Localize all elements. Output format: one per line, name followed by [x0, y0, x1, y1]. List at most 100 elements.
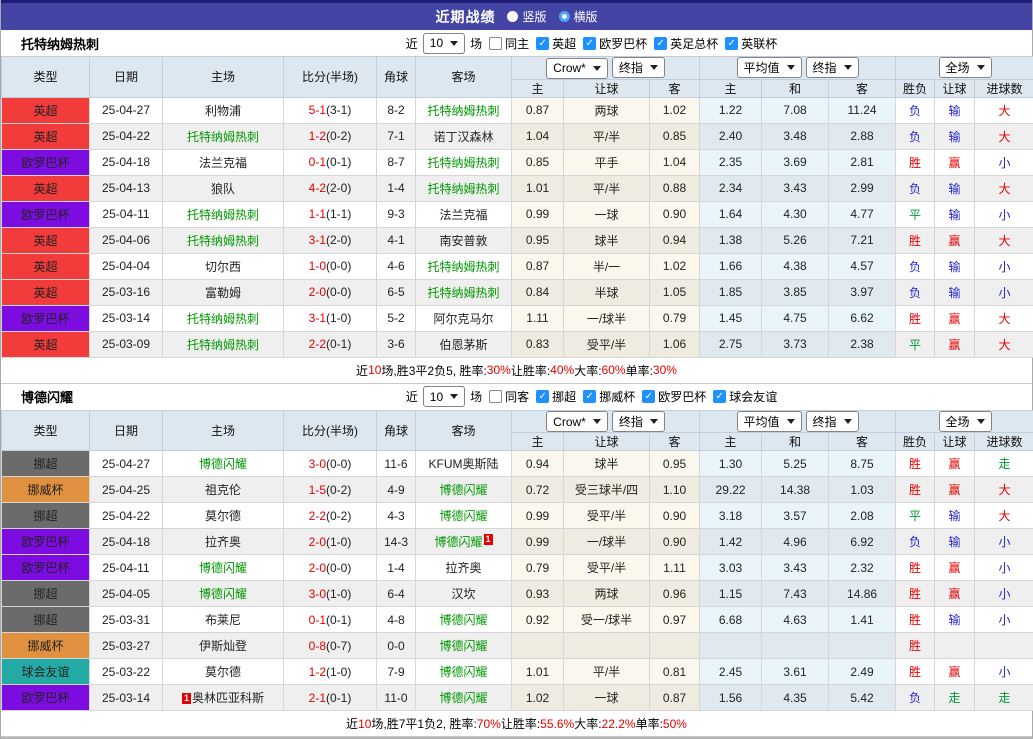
red-card-badge: 1	[182, 693, 191, 704]
average-odds-select[interactable]: 平均值	[737, 411, 802, 432]
league-badge: 挪超	[2, 607, 90, 633]
full-match-select[interactable]: 全场	[939, 411, 992, 432]
league-checkbox-1[interactable]: ✓	[536, 390, 549, 403]
home-team: 拉齐奥	[163, 529, 284, 555]
average-odds-select-value: 平均值	[744, 59, 780, 76]
final-odds-select-2-value: 终指	[813, 413, 837, 430]
final-odds-select-2[interactable]: 终指	[806, 57, 859, 78]
chevron-down-icon	[844, 65, 852, 70]
sub-col-header: 让球	[935, 79, 975, 97]
score: 5-1(3-1)	[284, 97, 377, 123]
league-checkbox-3[interactable]: ✓	[654, 37, 667, 50]
home-team: 博德闪耀	[163, 555, 284, 581]
col-header: 主场	[163, 410, 284, 451]
col-header: 日期	[90, 410, 163, 451]
corner-score: 0-0	[377, 633, 416, 659]
odds-source-select[interactable]: Crow*	[546, 58, 608, 79]
halftime-score: (2-0)	[326, 181, 351, 195]
away-team: 博德闪耀	[416, 477, 512, 503]
avg-away: 14.86	[829, 581, 896, 607]
league-badge: 欧罗巴杯	[2, 685, 90, 711]
home-team: 狼队	[163, 175, 284, 201]
league-checkbox-2[interactable]: ✓	[583, 37, 596, 50]
halftime-score: (1-0)	[326, 535, 351, 549]
league-badge: 挪超	[2, 503, 90, 529]
same-venue-checkbox[interactable]	[489, 390, 502, 403]
match-date: 25-04-22	[90, 503, 163, 529]
team-name: 托特纳姆热刺	[21, 34, 99, 53]
final-odds-select-2[interactable]: 终指	[806, 411, 859, 432]
corner-score: 7-1	[377, 123, 416, 149]
odds-handicap: 一/球半	[564, 305, 650, 331]
sub-col-header: 客	[829, 433, 896, 451]
odds-home: 0.99	[512, 529, 564, 555]
odds-home: 1.01	[512, 175, 564, 201]
result-winloss: 负	[896, 253, 935, 279]
layout-radio-vertical[interactable]: 竖版	[507, 8, 546, 25]
layout-radio-horizontal[interactable]: 横版	[559, 8, 598, 25]
final-odds-select-1[interactable]: 终指	[612, 411, 665, 432]
home-team: 利物浦	[163, 97, 284, 123]
result-goals: 小	[975, 581, 1033, 607]
fulltime-score: 0-1	[309, 155, 326, 169]
full-match-select[interactable]: 全场	[939, 57, 992, 78]
result-winloss: 平	[896, 201, 935, 227]
match-date: 25-04-27	[90, 97, 163, 123]
avg-away	[829, 633, 896, 659]
result-winloss: 胜	[896, 633, 935, 659]
odds-source-select[interactable]: Crow*	[546, 411, 608, 432]
avg-home: 2.45	[700, 659, 762, 685]
away-team: KFUM奥斯陆	[416, 451, 512, 477]
result-goals: 大	[975, 503, 1033, 529]
fulltime-score: 3-0	[309, 457, 326, 471]
home-team-name: 博德闪耀	[199, 587, 247, 601]
same-venue-checkbox[interactable]	[489, 37, 502, 50]
final-odds-select-1-value: 终指	[619, 413, 643, 430]
league-badge: 球会友谊	[2, 659, 90, 685]
league-checkbox-1[interactable]: ✓	[536, 37, 549, 50]
match-date: 25-04-18	[90, 529, 163, 555]
avg-away: 1.03	[829, 477, 896, 503]
league-badge: 英超	[2, 175, 90, 201]
result-goals: 小	[975, 555, 1033, 581]
corner-score: 9-3	[377, 201, 416, 227]
match-row: 英超25-03-16富勒姆2-0(0-0)6-5托特纳姆热刺0.84半球1.05…	[2, 279, 1033, 305]
result-winloss: 胜	[896, 581, 935, 607]
match-count-select[interactable]: 10	[423, 33, 465, 54]
match-row: 挪超25-04-05博德闪耀3-0(1-0)6-4汉坎0.93两球0.961.1…	[2, 581, 1033, 607]
match-date: 25-03-14	[90, 685, 163, 711]
corner-score: 8-2	[377, 97, 416, 123]
average-odds-select[interactable]: 平均值	[737, 57, 802, 78]
summary-part: 场,胜7平1负2, 胜率:	[371, 715, 476, 732]
summary-part: 22.2%	[602, 717, 636, 731]
odds-handicap: 受一/球半	[564, 607, 650, 633]
avg-away: 6.92	[829, 529, 896, 555]
league-badge: 欧罗巴杯	[2, 305, 90, 331]
match-count-select-value: 10	[430, 36, 443, 50]
league-checkbox-4[interactable]: ✓	[713, 390, 726, 403]
match-row: 欧罗巴杯25-04-11托特纳姆热刺1-1(1-1)9-3法兰克福0.99一球0…	[2, 201, 1033, 227]
avg-home: 29.22	[700, 477, 762, 503]
avg-draw: 4.75	[762, 305, 829, 331]
away-team-name: 博德闪耀	[439, 665, 487, 679]
fulltime-score: 3-1	[309, 233, 326, 247]
match-count-select[interactable]: 10	[423, 386, 465, 407]
avg-draw: 4.30	[762, 201, 829, 227]
league-checkbox-2[interactable]: ✓	[583, 390, 596, 403]
sub-col-header: 胜负	[896, 433, 935, 451]
full-match-select-value: 全场	[946, 59, 970, 76]
league-checkbox-3[interactable]: ✓	[642, 390, 655, 403]
odds-home: 1.01	[512, 659, 564, 685]
league-badge: 英超	[2, 123, 90, 149]
result-goals: 大	[975, 477, 1033, 503]
avg-away: 8.75	[829, 451, 896, 477]
away-team: 托特纳姆热刺	[416, 149, 512, 175]
near-label: 近	[406, 35, 418, 52]
match-date: 25-04-27	[90, 451, 163, 477]
final-odds-select-1[interactable]: 终指	[612, 57, 665, 78]
league-checkbox-4[interactable]: ✓	[725, 37, 738, 50]
halftime-score: (2-0)	[326, 233, 351, 247]
result-handicap	[935, 633, 975, 659]
corner-score: 7-9	[377, 659, 416, 685]
match-date: 25-03-27	[90, 633, 163, 659]
